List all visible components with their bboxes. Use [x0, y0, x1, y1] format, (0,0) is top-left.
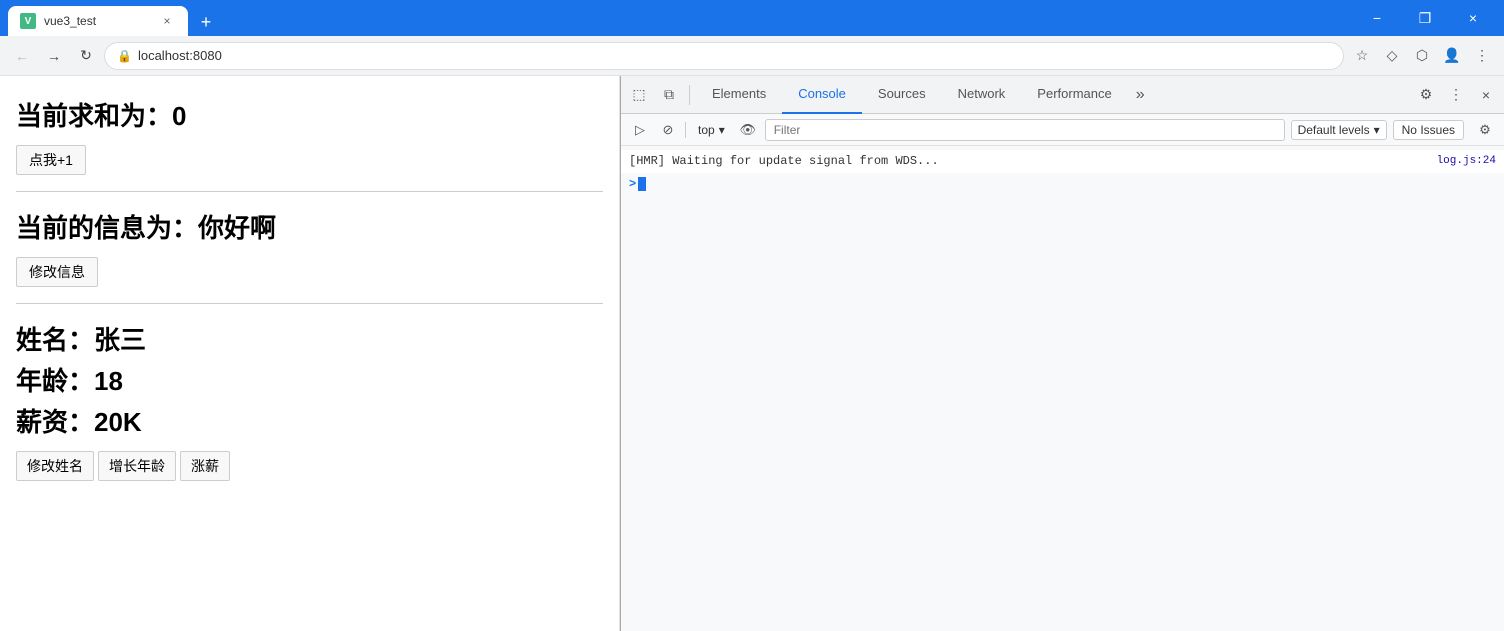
console-settings-button[interactable]: ⚙: [1474, 119, 1496, 141]
profile-button[interactable]: 👤: [1438, 42, 1466, 70]
issues-badge[interactable]: No Issues: [1393, 120, 1464, 140]
tab-area: V vue3_test × +: [8, 0, 1354, 36]
devtools-toolbar: ⬚ ⧉ Elements Console Sources Network Per…: [621, 76, 1504, 114]
tab-sources[interactable]: Sources: [862, 76, 942, 114]
divider-1: [16, 191, 603, 192]
sum-title: 当前求和为：0: [16, 96, 603, 133]
hmr-source-link[interactable]: log.js:24: [1437, 152, 1496, 170]
console-eye-button[interactable]: 👁: [737, 119, 759, 141]
forward-button[interactable]: →: [40, 42, 68, 70]
tab-network[interactable]: Network: [942, 76, 1022, 114]
browser-menu-button[interactable]: ⋮: [1468, 42, 1496, 70]
title-bar: V vue3_test × + − ❐ ×: [0, 0, 1504, 36]
new-tab-button[interactable]: +: [192, 8, 220, 36]
person-section: 姓名：张三 年龄：18 薪资：20K 修改姓名 增长年龄 涨薪: [16, 320, 603, 481]
tab-performance[interactable]: Performance: [1021, 76, 1127, 114]
tab-favicon: V: [20, 13, 36, 29]
prompt-symbol: >: [629, 177, 636, 191]
console-prompt[interactable]: >: [621, 173, 1504, 195]
devtools-more-button[interactable]: ⋮: [1442, 81, 1470, 109]
console-output: [HMR] Waiting for update signal from WDS…: [621, 146, 1504, 631]
refresh-button[interactable]: ↻: [72, 42, 100, 70]
person-salary: 薪资：20K: [16, 402, 603, 439]
devtools-actions: ⚙ ⋮ ×: [1412, 81, 1500, 109]
tab-console[interactable]: Console: [782, 76, 862, 114]
log-levels-label: Default levels: [1298, 123, 1370, 137]
console-cursor: [638, 177, 646, 191]
tab-elements[interactable]: Elements: [696, 76, 782, 114]
window-close-button[interactable]: ×: [1450, 0, 1496, 36]
url-bar[interactable]: 🔒 localhost:8080: [104, 42, 1344, 70]
main-content: 当前求和为：0 点我+1 当前的信息为：你好啊 修改信息 姓名：张三 年龄：18…: [0, 76, 1504, 631]
edit-name-button[interactable]: 修改姓名: [16, 451, 94, 481]
console-toolbar: ▷ ⊘ top ▾ 👁 Default levels ▾ No Issues ⚙: [621, 114, 1504, 146]
divider-2: [16, 303, 603, 304]
bookmark-button[interactable]: ☆: [1348, 42, 1376, 70]
tab-title: vue3_test: [44, 14, 150, 28]
sum-section: 当前求和为：0 点我+1: [16, 96, 603, 175]
back-button[interactable]: ←: [8, 42, 36, 70]
log-levels-arrow-icon: ▾: [1374, 123, 1380, 137]
console-clear-button[interactable]: ⊘: [657, 119, 679, 141]
person-name: 姓名：张三: [16, 320, 603, 357]
toolbar-separator: [689, 85, 690, 105]
maximize-button[interactable]: ❐: [1402, 0, 1448, 36]
hmr-message: [HMR] Waiting for update signal from WDS…: [629, 152, 1437, 170]
minimize-button[interactable]: −: [1354, 0, 1400, 36]
person-age: 年龄：18: [16, 361, 603, 398]
inspect-element-button[interactable]: ⬚: [625, 81, 653, 109]
edit-info-button[interactable]: 修改信息: [16, 257, 98, 287]
address-bar: ← → ↻ 🔒 localhost:8080 ☆ ◇ ⬡ 👤 ⋮: [0, 36, 1504, 76]
context-selector[interactable]: top ▾: [692, 121, 731, 139]
console-filter-input[interactable]: [765, 119, 1285, 141]
brand-button-1[interactable]: ◇: [1378, 42, 1406, 70]
console-play-button[interactable]: ▷: [629, 119, 651, 141]
context-arrow-icon: ▾: [719, 123, 725, 137]
console-hmr-line: [HMR] Waiting for update signal from WDS…: [621, 150, 1504, 173]
devtools-panel: ⬚ ⧉ Elements Console Sources Network Per…: [620, 76, 1504, 631]
info-section: 当前的信息为：你好啊 修改信息: [16, 208, 603, 287]
webpage: 当前求和为：0 点我+1 当前的信息为：你好啊 修改信息 姓名：张三 年龄：18…: [0, 76, 620, 631]
url-lock-icon: 🔒: [117, 49, 132, 63]
log-levels-selector[interactable]: Default levels ▾: [1291, 120, 1387, 140]
tab-close-button[interactable]: ×: [158, 12, 176, 30]
address-actions: ☆ ◇ ⬡ 👤 ⋮: [1348, 42, 1496, 70]
more-tabs-button[interactable]: »: [1128, 86, 1153, 104]
devtools-tabs: Elements Console Sources Network Perform…: [696, 76, 1410, 114]
devtools-close-button[interactable]: ×: [1472, 81, 1500, 109]
context-label: top: [698, 123, 715, 137]
info-title: 当前的信息为：你好啊: [16, 208, 603, 245]
console-toolbar-separator: [685, 122, 686, 138]
raise-salary-button[interactable]: 涨薪: [180, 451, 230, 481]
brand-button-2[interactable]: ⬡: [1408, 42, 1436, 70]
action-buttons: 修改姓名 增长年龄 涨薪: [16, 451, 603, 481]
active-tab[interactable]: V vue3_test ×: [8, 6, 188, 36]
url-text: localhost:8080: [138, 48, 1331, 63]
click-button[interactable]: 点我+1: [16, 145, 86, 175]
grow-age-button[interactable]: 增长年龄: [98, 451, 176, 481]
device-toolbar-button[interactable]: ⧉: [655, 81, 683, 109]
title-bar-controls: − ❐ ×: [1354, 0, 1504, 36]
devtools-settings-button[interactable]: ⚙: [1412, 81, 1440, 109]
